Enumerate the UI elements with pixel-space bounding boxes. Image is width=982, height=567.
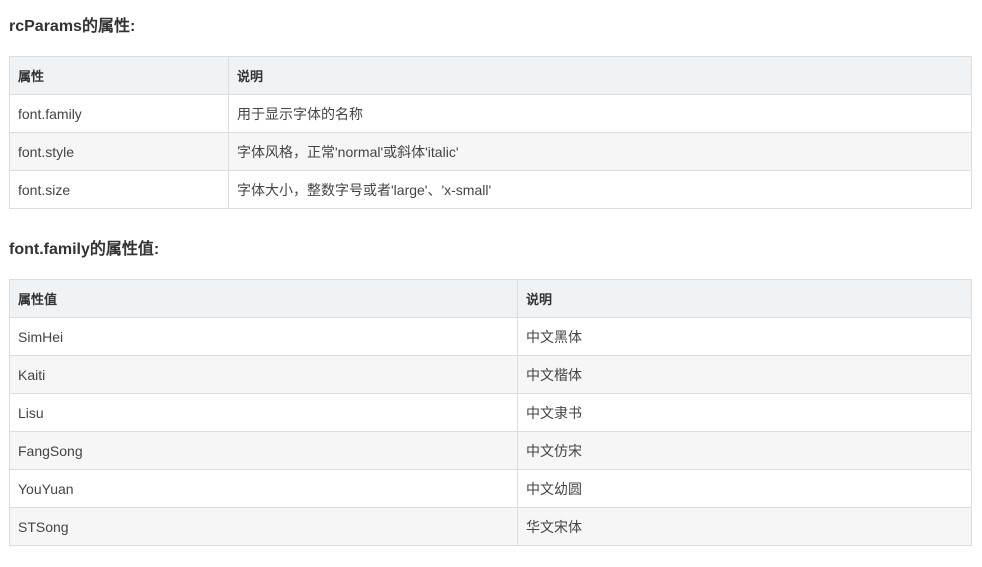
description-cell: 中文楷体 <box>517 355 972 394</box>
font-family-heading: font.family的属性值: <box>9 241 160 258</box>
description-cell: 字体大小，整数字号或者'large'、'x-small' <box>228 170 972 209</box>
column-header-description: 说明 <box>228 56 972 95</box>
table-row: SimHei 中文黑体 <box>9 317 972 356</box>
table-header-row: 属性值 说明 <box>9 279 972 318</box>
column-header-description: 说明 <box>517 279 972 318</box>
table-row: font.style 字体风格，正常'normal'或斜体'italic' <box>9 132 972 171</box>
property-cell: font.family <box>9 94 229 133</box>
table-header-row: 属性 说明 <box>9 56 972 95</box>
description-cell: 华文宋体 <box>517 507 972 546</box>
table-row: YouYuan 中文幼圆 <box>9 469 972 508</box>
font-family-table: 属性值 说明 SimHei 中文黑体 Kaiti 中文楷体 Lisu 中文隶书 … <box>9 279 972 546</box>
table-row: Kaiti 中文楷体 <box>9 355 972 394</box>
description-cell: 中文黑体 <box>517 317 972 356</box>
property-cell: font.size <box>9 170 229 209</box>
description-cell: 中文仿宋 <box>517 431 972 470</box>
table-row: FangSong 中文仿宋 <box>9 431 972 470</box>
description-cell: 中文幼圆 <box>517 469 972 508</box>
column-header-property-value: 属性值 <box>9 279 518 318</box>
description-cell: 用于显示字体的名称 <box>228 94 972 133</box>
table-row: Lisu 中文隶书 <box>9 393 972 432</box>
rcparams-table: 属性 说明 font.family 用于显示字体的名称 font.style 字… <box>9 56 972 209</box>
table-row: STSong 华文宋体 <box>9 507 972 546</box>
table-row: font.family 用于显示字体的名称 <box>9 94 972 133</box>
rcparams-heading: rcParams的属性: <box>9 18 136 35</box>
description-cell: 中文隶书 <box>517 393 972 432</box>
description-cell: 字体风格，正常'normal'或斜体'italic' <box>228 132 972 171</box>
property-value-cell: FangSong <box>9 431 518 470</box>
property-value-cell: STSong <box>9 507 518 546</box>
property-value-cell: Lisu <box>9 393 518 432</box>
property-value-cell: YouYuan <box>9 469 518 508</box>
table-row: font.size 字体大小，整数字号或者'large'、'x-small' <box>9 170 972 209</box>
column-header-property: 属性 <box>9 56 229 95</box>
property-value-cell: Kaiti <box>9 355 518 394</box>
property-cell: font.style <box>9 132 229 171</box>
property-value-cell: SimHei <box>9 317 518 356</box>
